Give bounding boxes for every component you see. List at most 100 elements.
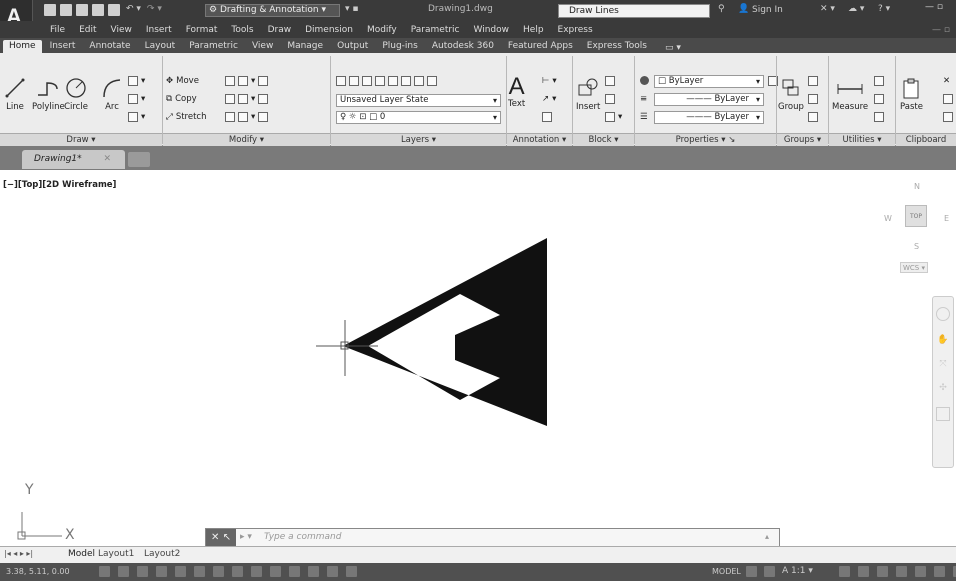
close-command-icon[interactable]: ✕ ↖ [206,529,236,547]
workspace-switch-icon[interactable] [877,566,888,577]
viewcube[interactable]: N W E S TOP WCS ▾ [872,178,952,278]
layer-tools-row[interactable] [336,76,437,86]
ribbon-options-icon[interactable]: ▭ ▾ [665,43,681,53]
coordinates-readout[interactable]: 3.38, 5.11, 0.00 [6,567,70,576]
dyn-icon[interactable] [270,566,281,577]
ungroup-button[interactable] [808,76,818,86]
menu-insert[interactable]: Insert [146,25,172,35]
layer-dropdown[interactable]: ♀ ☼ ⊡ □ 0 [336,111,501,124]
binoculars-icon[interactable]: ⚲ [718,4,725,14]
match-color-button[interactable] [640,76,649,85]
command-expand-icon[interactable]: ▴ [765,532,769,541]
tab-express-tools[interactable]: Express Tools [581,40,653,53]
circle-button[interactable]: Circle [64,77,88,112]
menu-tools[interactable]: Tools [231,25,253,35]
cut-button[interactable]: ✕ [943,76,950,86]
annotation-visibility-icon[interactable] [839,566,850,577]
search-input[interactable]: Draw Lines [558,4,710,18]
showmotion-icon[interactable] [936,407,950,421]
stretch-button[interactable]: ⤢ Stretch [166,112,206,122]
viewcube-south[interactable]: S [914,242,919,251]
new-tab-button[interactable] [128,152,150,167]
transparency-icon[interactable] [308,566,319,577]
panel-label-modify[interactable]: Modify ▾ [163,133,330,146]
save-icon[interactable] [76,4,88,16]
panel-label-block[interactable]: Block ▾ [573,133,634,146]
quick-select-button[interactable] [874,76,884,86]
drawing-area[interactable]: [−][Top][2D Wireframe] Y X N W E S TOP W… [0,170,956,546]
table-button[interactable] [542,112,552,122]
menu-parametric[interactable]: Parametric [411,25,460,35]
create-block-button[interactable] [605,76,615,86]
steering-wheel-icon[interactable] [936,307,950,321]
grid-icon[interactable] [137,566,148,577]
panel-label-annotation[interactable]: Annotation ▾ [507,133,572,146]
rotate-button[interactable]: ▾ [225,76,269,86]
lineweight-dropdown[interactable]: ——— ByLayer [654,111,764,124]
workspace-dropdown[interactable]: ⚙ Drafting & Annotation ▾ [205,4,340,17]
saveas-icon[interactable] [92,4,104,16]
menu-file[interactable]: File [50,25,65,35]
attribute-button[interactable]: ▾ [605,112,622,122]
move-button[interactable]: ✥ Move [166,76,199,86]
menu-modify[interactable]: Modify [367,25,397,35]
color-dropdown[interactable]: □ ByLayer [654,75,764,88]
copy-clip-button[interactable] [943,94,953,104]
orbit-icon[interactable]: ✣ [936,383,950,397]
tab-insert[interactable]: Insert [44,40,82,53]
menu-view[interactable]: View [111,25,132,35]
arc-button[interactable]: Arc [100,77,124,112]
layer-state-dropdown[interactable]: Unsaved Layer State [336,94,501,107]
tab-autodesk-360[interactable]: Autodesk 360 [426,40,500,53]
viewcube-top-face[interactable]: TOP [905,205,927,227]
insert-button[interactable]: Insert [576,77,600,112]
polyline-button[interactable]: Polyline [32,77,65,112]
leader-button[interactable]: ↗ ▾ [542,94,556,104]
layout-nav-arrows[interactable]: |◂ ◂ ▸ ▸| [4,549,33,558]
3dosnap-icon[interactable] [213,566,224,577]
menu-dimension[interactable]: Dimension [305,25,353,35]
panel-label-layers[interactable]: Layers ▾ [331,133,506,146]
minimize-icon[interactable]: — ▫ [925,2,943,12]
exchange-icon[interactable]: ✕ ▾ [820,4,835,14]
panel-label-utilities[interactable]: Utilities ▾ [829,133,895,146]
restore-icon[interactable]: — ▫ [932,25,950,35]
qp-icon[interactable] [327,566,338,577]
close-tab-icon[interactable]: ✕ [103,150,111,168]
linetype-icon-btn[interactable]: ☰ [640,112,648,122]
edit-block-button[interactable] [605,94,615,104]
viewcube-east[interactable]: E [944,214,949,223]
otrack-icon[interactable] [232,566,243,577]
infer-constraints-icon[interactable] [99,566,110,577]
file-tab-drawing1[interactable]: Drawing1* ✕ [22,150,125,169]
new-icon[interactable] [44,4,56,16]
osnap-icon[interactable] [194,566,205,577]
group-select-button[interactable] [808,112,818,122]
viewcube-west[interactable]: W [884,214,892,223]
paste-button[interactable]: Paste [900,77,923,112]
isolate-objects-icon[interactable] [915,566,926,577]
linetype-dropdown[interactable]: ——— ByLayer [654,93,764,106]
user-icon[interactable]: 👤 [738,4,749,14]
panel-label-draw[interactable]: Draw ▾ [0,133,162,146]
menu-help[interactable]: Help [523,25,544,35]
mirror-button[interactable]: ▾ [225,94,269,104]
hardware-accel-icon[interactable] [934,566,945,577]
tab-output[interactable]: Output [331,40,374,53]
calculator-button[interactable] [874,112,884,122]
a360-icon[interactable]: ☁ ▾ [848,4,864,14]
text-button[interactable]: A Text [508,75,525,110]
group-button[interactable]: Group [778,77,804,112]
tab-layout[interactable]: Layout [139,40,182,53]
menu-draw[interactable]: Draw [268,25,292,35]
gradient-button[interactable]: ▾ [128,112,145,122]
undo-icon[interactable]: ↶ ▾ [126,4,141,16]
match-prop-button[interactable] [943,112,953,122]
tab-home[interactable]: Home [3,40,42,53]
copy-button[interactable]: ⧉ Copy [166,94,197,104]
annotation-scale[interactable]: A 1:1 ▾ [782,566,813,576]
pan-icon[interactable]: ✋ [936,335,950,349]
sign-in-link[interactable]: Sign In [752,5,783,15]
sc-icon[interactable] [346,566,357,577]
hatch-button[interactable]: ▾ [128,94,145,104]
